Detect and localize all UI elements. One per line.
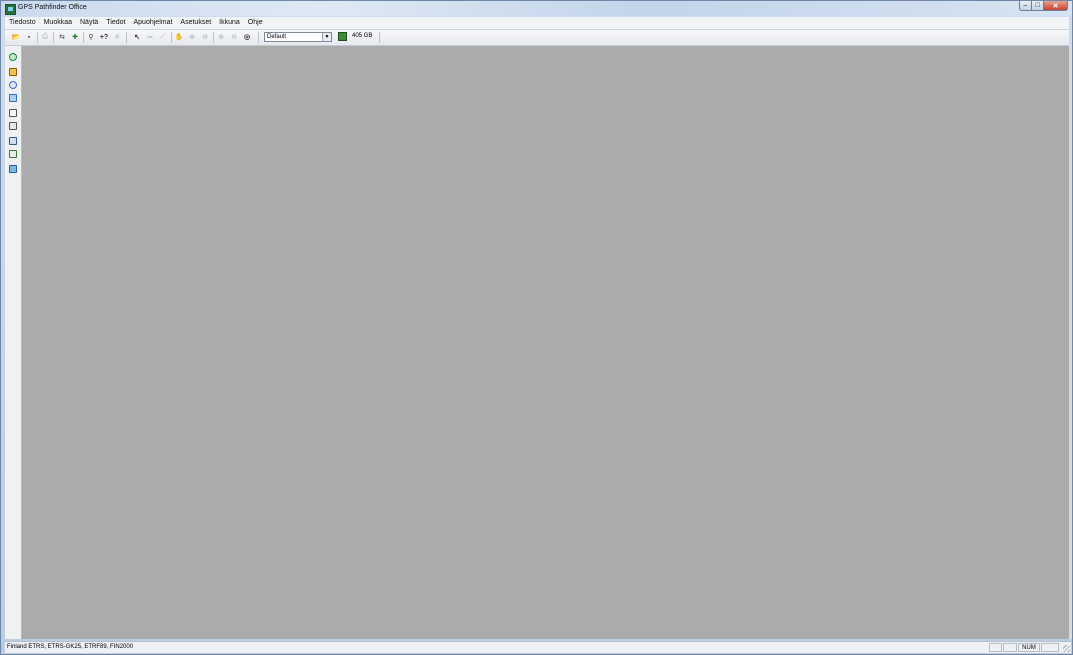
print-icon[interactable]: ⎙	[40, 32, 50, 42]
quickplan-icon-shape	[9, 150, 17, 158]
export-icon-shape	[9, 109, 17, 117]
status-pane	[989, 643, 1002, 652]
measure-icon[interactable]: ═	[145, 32, 155, 42]
coordinate-system-status: Finland ETRS, ETRS-GK25, ETRF89, FIN2000	[7, 644, 134, 650]
resize-grip-icon[interactable]	[1063, 645, 1070, 652]
menu-ohje[interactable]: Ohje	[244, 17, 267, 29]
zoom-previous-icon[interactable]: ⊖	[229, 32, 239, 42]
data-transfer-icon[interactable]: ⇆	[57, 32, 67, 42]
feature-data-icon-shape	[9, 68, 17, 76]
layer-style-select[interactable]: Default ▼	[264, 32, 332, 42]
toolbar-separator	[37, 32, 38, 43]
open-icon[interactable]: 📂	[11, 32, 21, 42]
menu-bar: Tiedosto Muokkaa Näytä Tiedot Apuohjelma…	[5, 17, 1069, 30]
status-pane	[1041, 643, 1059, 652]
pen-icon[interactable]: ⟋	[158, 32, 168, 42]
application-window: GPS Pathfinder Office – □ ✕ Tiedosto Muo…	[0, 0, 1073, 655]
time-line-icon[interactable]	[8, 136, 18, 146]
toolbar-separator	[171, 32, 172, 43]
status-bar: Finland ETRS, ETRS-GK25, ETRF89, FIN2000…	[5, 641, 1071, 653]
select-arrow-icon[interactable]: ↖	[132, 32, 142, 42]
disk-space-text: 405 GB	[352, 33, 373, 39]
caption-buttons: – □ ✕	[1019, 1, 1068, 12]
layer-style-value: Default	[267, 34, 287, 40]
menu-asetukset[interactable]: Asetukset	[176, 17, 215, 29]
toolbar-separator	[126, 32, 127, 43]
tools-icon[interactable]: ✕	[112, 32, 122, 42]
menu-muokkaa[interactable]: Muokkaa	[40, 17, 76, 29]
maximize-button[interactable]: □	[1032, 1, 1044, 11]
zoom-in-icon[interactable]: ⊕	[187, 32, 197, 42]
num-lock-indicator: NUM	[1018, 643, 1040, 652]
mdi-workspace[interactable]	[22, 46, 1069, 639]
toolbar-separator	[53, 32, 54, 43]
app-icon[interactable]	[5, 4, 16, 15]
globe-icon[interactable]: ◎	[242, 32, 252, 42]
close-button[interactable]: ✕	[1044, 1, 1068, 11]
toolbar-separator	[83, 32, 84, 43]
menu-tiedosto[interactable]: Tiedosto	[5, 17, 40, 29]
chevron-down-icon[interactable]: ▼	[322, 33, 331, 41]
import-icon[interactable]	[8, 93, 18, 103]
differential-correction-icon[interactable]: ✚	[70, 32, 80, 42]
disk-space-icon	[338, 32, 347, 41]
map-icon[interactable]	[8, 121, 18, 131]
satellite-icon-shape	[9, 81, 17, 89]
data-dictionary-icon-shape	[9, 165, 17, 173]
toolbar-separator	[258, 32, 259, 43]
menu-apuohjelmat[interactable]: Apuohjelmat	[130, 17, 177, 29]
menu-ikkuna[interactable]: Ikkuna	[215, 17, 244, 29]
minimize-button[interactable]: –	[1019, 1, 1032, 11]
project-icon[interactable]	[8, 52, 18, 62]
satellite-icon[interactable]	[8, 80, 18, 90]
toolbar-separator	[379, 32, 380, 43]
toolbar-separator	[213, 32, 214, 43]
zoom-out-icon[interactable]: ⊖	[200, 32, 210, 42]
help-pointer-icon[interactable]: +?	[99, 32, 109, 42]
export-icon[interactable]	[8, 108, 18, 118]
toolbar: 📂 ▪ ⎙ ⇆ ✚ ⚲ +? ✕ ↖ ═ ⟋ ✋ ⊕ ⊖ ⊕ ⊖ ◎ Defau…	[5, 30, 1069, 46]
data-dictionary-icon[interactable]	[8, 164, 18, 174]
quickplan-icon[interactable]	[8, 149, 18, 159]
save-icon[interactable]: ▪	[24, 32, 34, 42]
title-bar[interactable]: GPS Pathfinder Office – □ ✕	[1, 1, 1072, 16]
menu-nayta[interactable]: Näytä	[76, 17, 102, 29]
window-right-edge	[1069, 46, 1072, 639]
feature-data-icon[interactable]	[8, 67, 18, 77]
zoom-extents-icon[interactable]: ⊕	[216, 32, 226, 42]
window-title: GPS Pathfinder Office	[18, 4, 87, 11]
menu-tiedot[interactable]: Tiedot	[102, 17, 129, 29]
map-icon-shape	[9, 122, 17, 130]
pan-hand-icon[interactable]: ✋	[174, 32, 184, 42]
time-line-icon-shape	[9, 137, 17, 145]
status-pane	[1003, 643, 1017, 652]
import-icon-shape	[9, 94, 17, 102]
feature-properties-icon[interactable]: ⚲	[86, 32, 96, 42]
project-sidebar	[5, 46, 22, 639]
project-icon-shape	[9, 53, 17, 61]
